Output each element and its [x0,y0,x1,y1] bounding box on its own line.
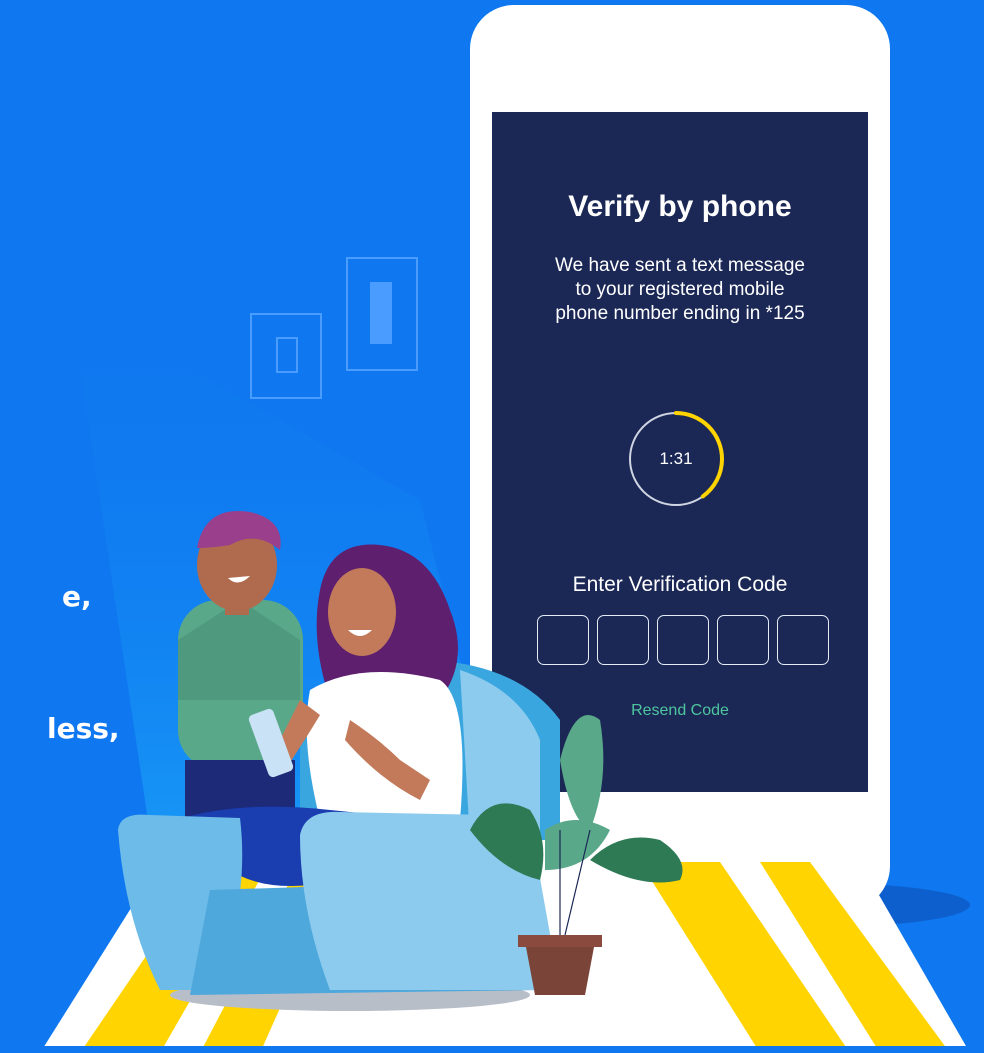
code-digit-input[interactable] [597,615,649,665]
code-digit-input[interactable] [657,615,709,665]
side-text-line2: less, [47,712,120,745]
side-text-line1: e, [62,580,92,613]
code-digit-input[interactable] [537,615,589,665]
code-input-row [537,615,829,667]
resend-code-link[interactable]: Resend Code [492,702,868,720]
code-digit-input[interactable] [777,615,829,665]
verify-title: Verify by phone [568,190,792,223]
code-digit-input[interactable] [717,615,769,665]
verify-message: We have sent a text message to your regi… [555,255,805,324]
verify-screen: Verify by phone We have sent a text mess… [492,112,868,792]
code-label: Enter Verification Code [572,573,788,596]
timer-value: 1:31 [659,449,693,468]
countdown-timer: 1:31 [626,409,726,509]
